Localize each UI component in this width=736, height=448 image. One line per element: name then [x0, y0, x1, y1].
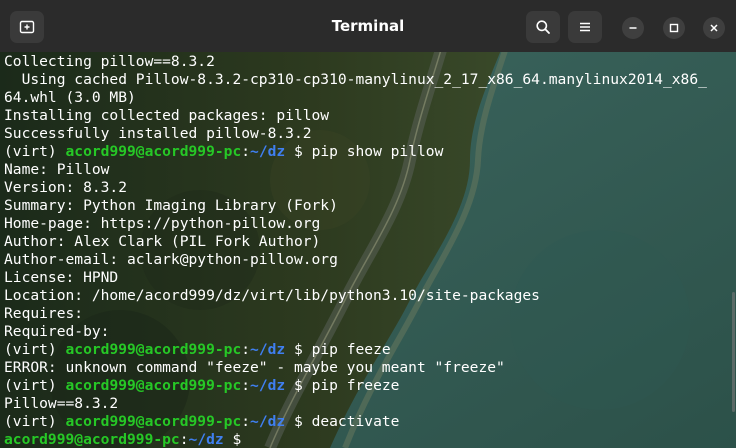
prompt-venv: (virt): [4, 413, 66, 430]
close-icon: [710, 24, 718, 32]
command-text: pip show pillow: [311, 143, 444, 160]
output-line: Author-email: aclark@python-pillow.org: [4, 251, 338, 268]
prompt-separator: :: [241, 143, 251, 160]
prompt-symbol: $: [285, 341, 312, 358]
output-line: Location: /home/acord999/dz/virt/lib/pyt…: [4, 287, 540, 304]
prompt-symbol: $: [223, 431, 251, 448]
prompt-user-host: acord999@acord999-pc: [4, 431, 180, 448]
output-line: Name: Pillow: [4, 161, 110, 178]
output-line: Required-by:: [4, 323, 110, 340]
prompt-user-host: acord999@acord999-pc: [65, 413, 242, 430]
title-bar: Terminal: [0, 0, 736, 52]
prompt-separator: :: [241, 377, 251, 394]
output-line: Summary: Python Imaging Library (Fork): [4, 197, 338, 214]
scrollbar[interactable]: [732, 292, 735, 412]
prompt-symbol: $: [285, 143, 312, 160]
prompt-path: ~/dz: [188, 431, 224, 448]
command-text: pip freeze: [311, 377, 400, 394]
terminal-output[interactable]: Collecting pillow==8.3.2 Using cached Pi…: [0, 52, 736, 448]
output-line: 64.whl (3.0 MB): [4, 89, 136, 106]
prompt-line: (virt) acord999@acord999-pc:~/dz $ pip s…: [4, 143, 443, 161]
minimize-icon: [629, 27, 637, 29]
minimize-button[interactable]: [622, 17, 644, 39]
prompt-path: ~/dz: [250, 341, 286, 358]
menu-button[interactable]: [568, 11, 602, 43]
terminal-window: Terminal Collecting pillow==8.3.2 Using …: [0, 0, 736, 448]
output-line: Version: 8.3.2: [4, 179, 128, 196]
maximize-icon: [669, 23, 679, 33]
prompt-line-current[interactable]: acord999@acord999-pc:~/dz $: [4, 431, 250, 448]
prompt-user-host: acord999@acord999-pc: [65, 143, 242, 160]
prompt-separator: :: [179, 431, 189, 448]
prompt-line: (virt) acord999@acord999-pc:~/dz $ pip f…: [4, 341, 391, 359]
prompt-user-host: acord999@acord999-pc: [65, 377, 242, 394]
prompt-symbol: $: [285, 413, 312, 430]
prompt-line: (virt) acord999@acord999-pc:~/dz $ pip f…: [4, 377, 399, 395]
prompt-separator: :: [241, 413, 251, 430]
output-line: Successfully installed pillow-8.3.2: [4, 125, 312, 142]
output-line: License: HPND: [4, 269, 119, 286]
output-line: Requires:: [4, 305, 84, 322]
error-line: ERROR: unknown command "feeze" - maybe y…: [4, 359, 505, 376]
output-line: Collecting pillow==8.3.2: [4, 53, 215, 70]
prompt-separator: :: [241, 341, 251, 358]
hamburger-menu-icon: [580, 22, 590, 32]
prompt-path: ~/dz: [250, 143, 286, 160]
prompt-line: (virt) acord999@acord999-pc:~/dz $ deact…: [4, 413, 399, 431]
command-text: deactivate: [311, 413, 400, 430]
maximize-button[interactable]: [663, 17, 685, 39]
prompt-venv: (virt): [4, 341, 66, 358]
output-line: Author: Alex Clark (PIL Fork Author): [4, 233, 321, 250]
prompt-symbol: $: [285, 377, 312, 394]
command-text: pip feeze: [311, 341, 391, 358]
prompt-user-host: acord999@acord999-pc: [65, 341, 242, 358]
output-line: Installing collected packages: pillow: [4, 107, 330, 124]
close-button[interactable]: [703, 17, 725, 39]
search-icon: [536, 20, 550, 34]
output-line: Pillow==8.3.2: [4, 395, 119, 412]
prompt-venv: (virt): [4, 377, 66, 394]
output-line: Home-page: https://python-pillow.org: [4, 215, 321, 232]
prompt-path: ~/dz: [250, 413, 286, 430]
prompt-path: ~/dz: [250, 377, 286, 394]
prompt-venv: (virt): [4, 143, 66, 160]
output-line: Using cached Pillow-8.3.2-cp310-cp310-ma…: [4, 71, 707, 88]
search-button[interactable]: [526, 11, 560, 43]
